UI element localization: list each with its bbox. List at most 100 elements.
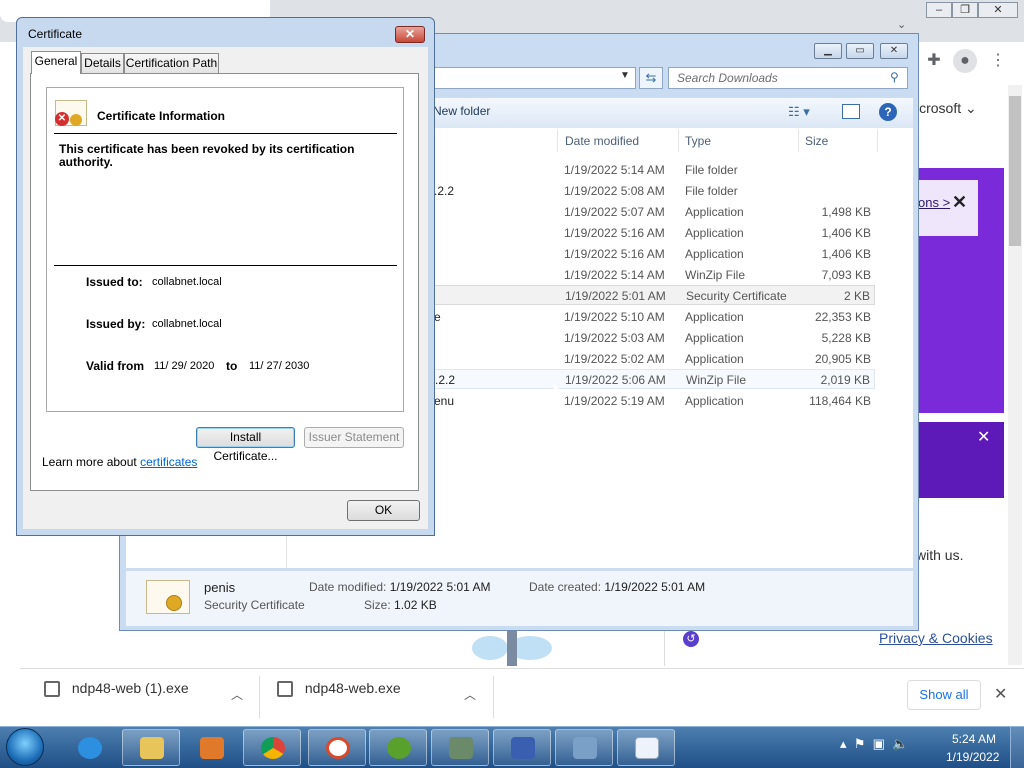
chrome-restore-button[interactable]: ❐	[952, 2, 978, 18]
file-date: 1/19/2022 5:16 AM	[564, 226, 665, 240]
details-filename: penis	[204, 580, 236, 595]
chrome-icon	[261, 737, 285, 759]
promo-banner-link[interactable]: ons >	[918, 195, 950, 210]
chevron-up-icon[interactable]: ︿	[464, 686, 476, 703]
privacy-link[interactable]: Privacy & Cookies	[879, 630, 993, 646]
extension-icon[interactable]: ✚	[922, 49, 946, 73]
taskbar-notepad[interactable]	[617, 729, 675, 766]
taskbar-app-5[interactable]	[308, 729, 366, 766]
details-size: Size: 1.02 KB	[364, 598, 437, 612]
certificate-info-title: Certificate Information	[97, 109, 226, 123]
file-name: e	[434, 310, 441, 324]
scrollbar-thumb[interactable]	[1009, 96, 1021, 246]
column-type[interactable]: Type	[685, 134, 711, 148]
chrome-close-button[interactable]: ✕	[978, 2, 1018, 18]
table-row[interactable]: 1/19/2022 5:14 AM File folder	[432, 160, 875, 180]
clock-time[interactable]: 5:24 AM	[952, 732, 996, 746]
revoked-message: This certificate has been revoked by its…	[59, 142, 355, 169]
taskbar-file-explorer[interactable]	[122, 729, 180, 766]
table-row[interactable]: enu 1/19/2022 5:19 AM Application 118,46…	[432, 391, 875, 411]
system-tray[interactable]: ▴ ⚑ ▣ 🔈	[840, 736, 908, 752]
preview-pane-icon[interactable]	[842, 104, 860, 119]
search-icon[interactable]: ⚲	[890, 70, 899, 84]
file-type: Application	[685, 226, 744, 240]
taskbar-utorrent[interactable]	[369, 729, 427, 766]
divider	[664, 630, 665, 666]
file-date: 1/19/2022 5:06 AM	[565, 373, 666, 387]
download-item[interactable]: ndp48-web.exe	[277, 680, 477, 710]
divider	[798, 130, 799, 152]
table-row[interactable]: 1/19/2022 5:03 AM Application 5,228 KB	[432, 328, 875, 348]
file-name: enu	[434, 394, 455, 408]
taskbar-app-7[interactable]	[431, 729, 489, 766]
column-date-modified[interactable]: Date modified	[565, 134, 639, 148]
table-row[interactable]: 1/19/2022 5:01 AM Security Certificate 2…	[432, 285, 875, 305]
table-row[interactable]: .2.2 1/19/2022 5:08 AM File folder	[432, 181, 875, 201]
start-button[interactable]	[6, 728, 44, 766]
taskbar-app-9[interactable]	[555, 729, 613, 766]
chrome-minimize-button[interactable]: –	[926, 2, 952, 18]
file-date: 1/19/2022 5:03 AM	[564, 331, 665, 345]
valid-from-label: Valid from	[86, 359, 145, 373]
maximize-button[interactable]: ▭	[846, 43, 874, 59]
tab-details[interactable]: Details	[81, 53, 124, 73]
tab-general[interactable]: General	[31, 51, 81, 74]
file-date: 1/19/2022 5:07 AM	[564, 205, 665, 219]
details-created: Date created: 1/19/2022 5:01 AM	[529, 580, 706, 594]
tab-search-icon[interactable]: ⌄	[897, 18, 906, 31]
table-row[interactable]: 1/19/2022 5:07 AM Application 1,498 KB	[432, 202, 875, 222]
checklist-icon	[511, 737, 535, 759]
dialog-title: Certificate	[28, 27, 83, 41]
issued-to-label: Issued to:	[86, 275, 143, 289]
table-row[interactable]: 1/19/2022 5:16 AM Application 1,406 KB	[432, 244, 875, 264]
download-item[interactable]: ndp48-web (1).exe	[44, 680, 244, 710]
table-row[interactable]: 1/19/2022 5:14 AM WinZip File 7,093 KB	[432, 265, 875, 285]
address-bar[interactable]	[432, 67, 636, 89]
issuer-statement-button[interactable]: Issuer Statement	[304, 427, 404, 448]
details-modified: Date modified: 1/19/2022 5:01 AM	[309, 580, 491, 594]
table-row[interactable]: 1/19/2022 5:16 AM Application 1,406 KB	[432, 223, 875, 243]
file-type: WinZip File	[686, 373, 747, 387]
taskbar-internet-explorer[interactable]	[60, 729, 118, 766]
file-size: 20,905 KB	[814, 352, 871, 366]
file-size: 7,093 KB	[821, 268, 871, 282]
file-date: 1/19/2022 5:10 AM	[564, 310, 665, 324]
minimize-button[interactable]: ▁	[814, 43, 842, 59]
taskbar-chrome[interactable]	[243, 729, 301, 766]
views-icon[interactable]: ☷ ▾	[788, 104, 810, 120]
table-row[interactable]: e 1/19/2022 5:10 AM Application 22,353 K…	[432, 307, 875, 327]
table-row[interactable]: .2.2 1/19/2022 5:06 AM WinZip File 2,019…	[432, 369, 875, 389]
table-row[interactable]: 1/19/2022 5:02 AM Application 20,905 KB	[432, 349, 875, 369]
show-desktop-button[interactable]	[1010, 727, 1024, 768]
close-icon[interactable]: ✕	[977, 427, 990, 447]
close-button[interactable]: ✕	[395, 26, 425, 43]
tab-certification-path[interactable]: Certification Path	[124, 53, 219, 73]
media-player-icon	[200, 737, 224, 759]
close-icon[interactable]: ✕	[994, 684, 1007, 704]
menu-icon[interactable]: ⋮	[986, 49, 1010, 73]
divider	[54, 265, 397, 266]
column-size[interactable]: Size	[805, 134, 828, 148]
ok-button[interactable]: OK	[347, 500, 420, 521]
show-all-button[interactable]: Show all	[907, 680, 981, 710]
help-icon[interactable]: ?	[879, 103, 897, 121]
clock-date[interactable]: 1/19/2022	[946, 750, 999, 764]
taskbar-app-8[interactable]	[493, 729, 551, 766]
exe-file-icon	[44, 681, 60, 698]
chevron-up-icon[interactable]: ︿	[231, 686, 243, 703]
profile-icon[interactable]: ●	[953, 49, 977, 73]
refresh-icon[interactable]: ⇆	[639, 67, 663, 89]
close-button[interactable]: ✕	[880, 43, 908, 59]
certificates-link[interactable]: certificates	[140, 455, 197, 469]
document-icon	[635, 737, 659, 759]
search-input[interactable]: Search Downloads	[668, 67, 908, 89]
banner-close-icon[interactable]: ✕	[952, 192, 967, 213]
file-date: 1/19/2022 5:14 AM	[564, 163, 665, 177]
details-filetype: Security Certificate	[204, 598, 305, 612]
page-text: with us.	[916, 547, 964, 563]
issued-by-value: collabnet.local	[152, 318, 222, 330]
taskbar-media-player[interactable]	[182, 729, 240, 766]
chevron-down-icon[interactable]: ▼	[620, 70, 630, 81]
new-folder-button[interactable]: New folder	[433, 104, 490, 118]
install-certificate-button[interactable]: Install Certificate...	[196, 427, 295, 463]
